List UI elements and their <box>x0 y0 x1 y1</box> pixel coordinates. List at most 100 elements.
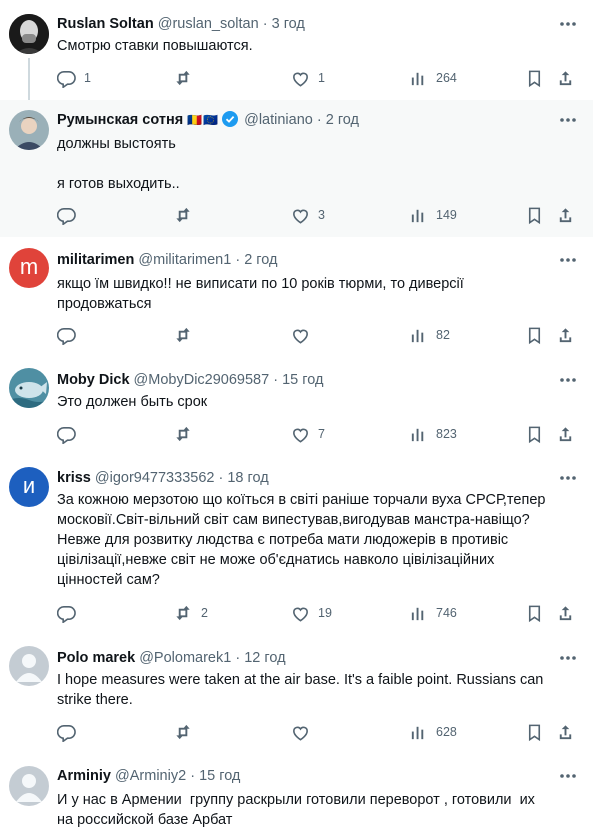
default-avatar-icon <box>9 646 49 686</box>
post-header: Polo marek @Polomarek1 · 12 год <box>57 648 553 668</box>
author-handle[interactable]: @latiniano <box>244 112 313 128</box>
avatar[interactable] <box>9 646 49 686</box>
repost-button[interactable] <box>174 67 201 89</box>
share-button[interactable] <box>556 204 575 226</box>
more-options-icon[interactable] <box>557 468 579 488</box>
bookmark-button[interactable] <box>525 67 544 89</box>
post-time[interactable]: 15 год <box>282 372 323 388</box>
reply-button[interactable] <box>57 602 84 624</box>
repost-button[interactable] <box>174 204 201 226</box>
avatar[interactable] <box>9 110 49 150</box>
bookmark-button[interactable] <box>525 423 544 445</box>
post[interactable]: Румынская сотня 🇷🇴🇪🇺 @latiniano · 2 год д… <box>0 100 593 238</box>
more-options-icon[interactable] <box>557 370 579 390</box>
author-name[interactable]: kriss <box>57 470 91 486</box>
avatar[interactable] <box>9 14 49 54</box>
post-header: Ruslan Soltan @ruslan_soltan · 3 год <box>57 14 553 34</box>
author-name[interactable]: Polo marek <box>57 650 135 666</box>
views-button[interactable]: 746 <box>409 602 457 624</box>
views-count: 746 <box>436 606 457 620</box>
bookmark-icon <box>528 70 541 87</box>
views-button[interactable]: 82 <box>409 324 450 346</box>
more-options-icon[interactable] <box>557 110 579 130</box>
repost-button[interactable] <box>174 721 201 743</box>
author-handle[interactable]: @Arminiy2 <box>115 768 186 784</box>
views-icon <box>411 726 424 739</box>
separator: · <box>190 768 196 784</box>
share-button[interactable] <box>556 721 575 743</box>
post[interactable]: и kriss @igor9477333562 · 18 год За кожн… <box>0 457 593 635</box>
views-button[interactable]: 264 <box>409 67 457 89</box>
like-button[interactable]: 7 <box>291 423 325 445</box>
post[interactable]: Polo marek @Polomarek1 · 12 год I hope m… <box>0 634 593 755</box>
like-icon <box>293 72 308 87</box>
post-time[interactable]: 2 год <box>244 252 277 268</box>
post-time[interactable]: 18 год <box>227 470 268 486</box>
more-options-icon[interactable] <box>557 250 579 270</box>
author-name[interactable]: Arminiy <box>57 768 111 784</box>
bookmark-button[interactable] <box>525 721 544 743</box>
like-icon <box>293 428 308 443</box>
author-name[interactable]: Румынская сотня <box>57 112 183 128</box>
author-handle[interactable]: @Polomarek1 <box>139 650 231 666</box>
author-handle[interactable]: @ruslan_soltan <box>158 16 259 32</box>
avatar[interactable] <box>9 766 49 806</box>
avatar[interactable]: m <box>9 248 49 288</box>
like-button[interactable]: 19 <box>291 602 332 624</box>
avatar-photo-icon <box>9 110 49 150</box>
post-time[interactable]: 2 год <box>326 112 359 128</box>
reply-button[interactable] <box>57 324 84 346</box>
like-button[interactable] <box>291 324 318 346</box>
more-options-icon[interactable] <box>557 14 579 34</box>
author-handle[interactable]: @igor9477333562 <box>95 470 215 486</box>
bookmark-button[interactable] <box>525 204 544 226</box>
post[interactable]: Arminiy @Arminiy2 · 15 год И у нас в Арм… <box>0 754 593 833</box>
post-time[interactable]: 3 год <box>272 16 305 32</box>
post-time[interactable]: 15 год <box>199 768 240 784</box>
author-name[interactable]: Moby Dick <box>57 372 130 388</box>
avatar[interactable] <box>9 368 49 408</box>
author-name[interactable]: Ruslan Soltan <box>57 16 154 32</box>
views-button[interactable]: 823 <box>409 423 457 445</box>
repost-icon <box>176 605 190 620</box>
views-count: 628 <box>436 725 457 739</box>
like-button[interactable]: 3 <box>291 204 325 226</box>
post-time[interactable]: 12 год <box>244 650 285 666</box>
bookmark-button[interactable] <box>525 602 544 624</box>
post-text: Это должен быть срок <box>57 394 208 410</box>
post-text: якщо їм швидко!! не виписати по 10 років… <box>57 276 464 312</box>
repost-button[interactable]: 2 <box>174 602 208 624</box>
post-header: kriss @igor9477333562 · 18 год <box>57 468 553 488</box>
author-handle[interactable]: @militarimen1 <box>138 252 231 268</box>
views-button[interactable]: 149 <box>409 204 457 226</box>
share-button[interactable] <box>556 67 575 89</box>
post[interactable]: Moby Dick @MobyDic29069587 · 15 год Это … <box>0 357 593 458</box>
share-button[interactable] <box>556 423 575 445</box>
reply-button[interactable] <box>57 423 84 445</box>
post[interactable]: m militarimen @militarimen1 · 2 год якщо… <box>0 237 593 358</box>
more-options-icon[interactable] <box>557 766 579 786</box>
reply-button[interactable] <box>57 721 84 743</box>
author-handle[interactable]: @MobyDic29069587 <box>134 372 270 388</box>
separator: · <box>273 372 279 388</box>
like-button[interactable]: 1 <box>291 67 325 89</box>
repost-button[interactable] <box>174 324 201 346</box>
views-button[interactable]: 628 <box>409 721 457 743</box>
post-text: И у нас в Армении группу раскрыли готови… <box>57 792 535 828</box>
default-avatar-icon <box>9 766 49 806</box>
repost-button[interactable] <box>174 423 201 445</box>
post[interactable]: Ruslan Soltan @ruslan_soltan · 3 год Смо… <box>0 0 593 100</box>
bookmark-button[interactable] <box>525 324 544 346</box>
share-icon <box>559 70 572 85</box>
separator: · <box>262 16 268 32</box>
reply-button[interactable] <box>57 204 84 226</box>
bookmark-icon <box>528 327 541 344</box>
author-name[interactable]: militarimen <box>57 252 134 268</box>
post-text: I hope measures were taken at the air ba… <box>57 672 544 708</box>
reply-button[interactable]: 1 <box>57 67 91 89</box>
share-button[interactable] <box>556 324 575 346</box>
share-button[interactable] <box>556 602 575 624</box>
like-button[interactable] <box>291 721 318 743</box>
more-options-icon[interactable] <box>557 648 579 668</box>
avatar[interactable]: и <box>9 467 49 507</box>
